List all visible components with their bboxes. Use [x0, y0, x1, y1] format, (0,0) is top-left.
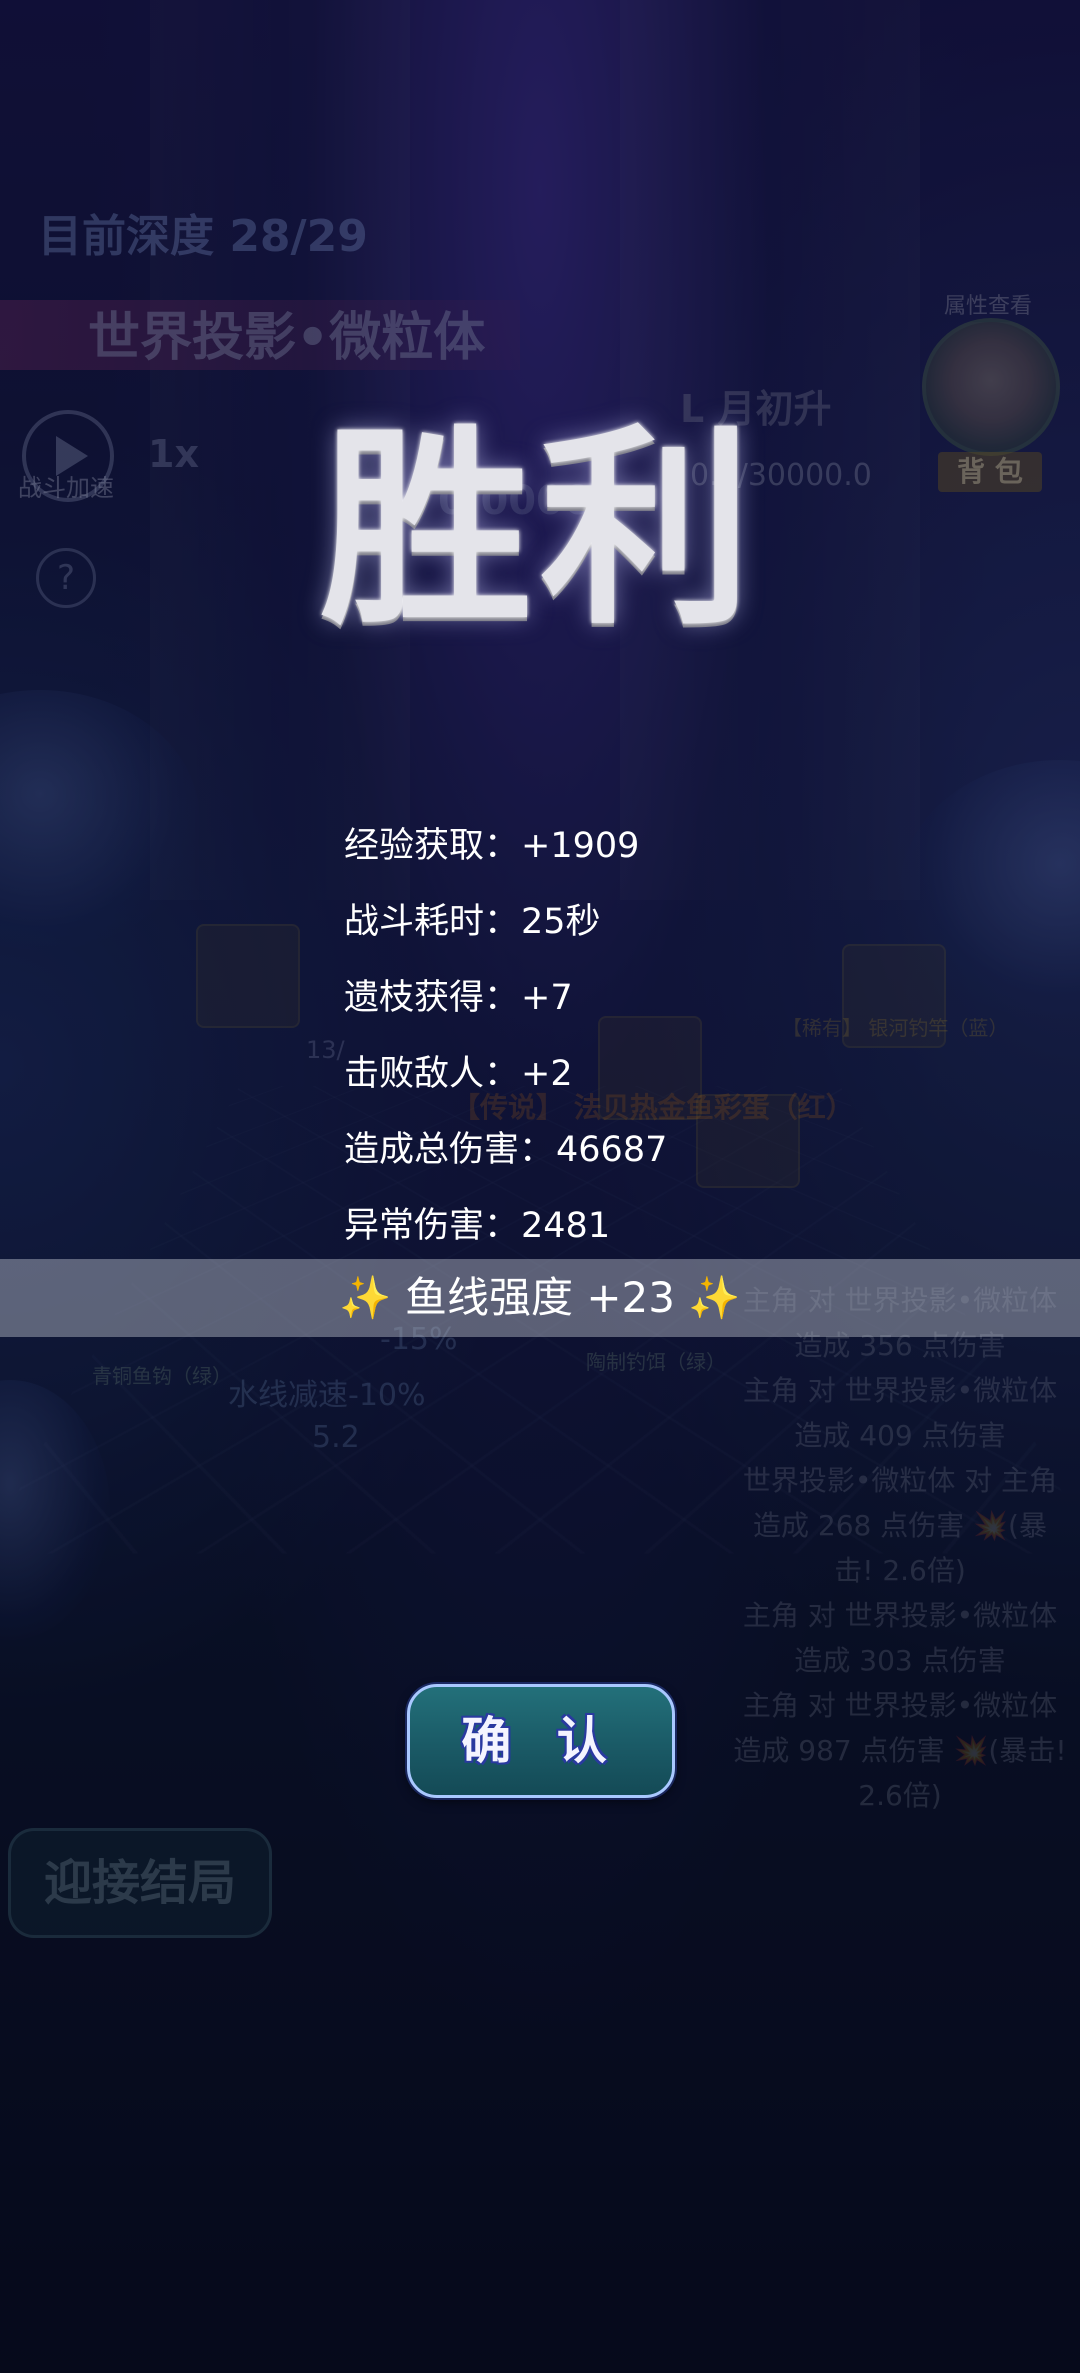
- stat-experience: 经验获取：+1909: [344, 808, 667, 884]
- stat-label: 经验获取：: [344, 826, 520, 866]
- stat-value: +1909: [521, 826, 640, 866]
- reward-text: 鱼线强度 +23: [405, 1273, 675, 1322]
- stat-value: +2: [521, 1054, 573, 1094]
- confirm-button[interactable]: 确 认: [407, 1684, 675, 1798]
- stat-label: 遗枝获得：: [344, 978, 520, 1018]
- stat-battle-time: 战斗耗时：25秒: [344, 884, 667, 960]
- stat-label: 异常伤害：: [344, 1206, 520, 1246]
- stat-abnormal-damage: 异常伤害：2481: [344, 1188, 667, 1264]
- stat-value: 25秒: [521, 902, 601, 942]
- stat-enemies-defeated: 击败敌人：+2: [344, 1036, 667, 1112]
- stat-label: 击败敌人：: [344, 1054, 520, 1094]
- sparkle-icon: ✨: [688, 1273, 741, 1322]
- stat-value: 46687: [556, 1130, 668, 1170]
- stat-value: +7: [521, 978, 573, 1018]
- reward-banner: ✨ 鱼线强度 +23 ✨: [0, 1259, 1080, 1337]
- stat-total-damage: 造成总伤害：46687: [344, 1112, 667, 1188]
- battle-result-stats: 经验获取：+1909 战斗耗时：25秒 遗枝获得：+7 击败敌人：+2 造成总伤…: [344, 808, 667, 1264]
- victory-title: 胜利: [320, 404, 760, 653]
- game-screen: 目前深度 28/29 世界投影•微粒体 战斗加速 1x ? L 月初升 0.0/…: [0, 0, 1080, 2373]
- stat-label: 造成总伤害：: [344, 1130, 555, 1170]
- stat-value: 2481: [521, 1206, 611, 1246]
- stat-label: 战斗耗时：: [344, 902, 520, 942]
- stat-branches: 遗枝获得：+7: [344, 960, 667, 1036]
- sparkle-icon: ✨: [339, 1273, 392, 1322]
